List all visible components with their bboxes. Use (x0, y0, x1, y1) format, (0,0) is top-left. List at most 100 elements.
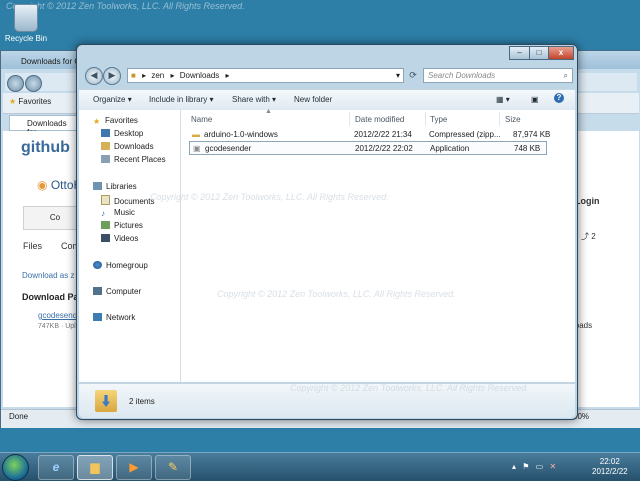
maximize-button[interactable]: □ (529, 46, 549, 60)
nav-desktop[interactable]: Desktop (101, 129, 143, 138)
nav-downloads[interactable]: Downloads (101, 142, 154, 151)
explorer-window[interactable]: – □ x ◀ ▶ ■ ▸ zen ▸ Downloads ▸ ▾ ⟳ Sear… (76, 44, 578, 420)
include-label: Include in library (149, 95, 208, 104)
explorer-taskbar-icon[interactable]: ▆ (77, 455, 113, 480)
nav-recent-places[interactable]: Recent Places (101, 155, 166, 164)
pictures-icon (101, 221, 110, 229)
paint-taskbar-icon[interactable]: ✎ (155, 455, 191, 480)
column-separator[interactable] (499, 112, 500, 126)
login-link[interactable]: Login (575, 196, 600, 206)
share-with-button[interactable]: Share with ▾ (232, 95, 276, 104)
volume-muted-icon[interactable]: ✕ (549, 462, 556, 471)
file-row[interactable]: ▬ arduino-1.0-windows 2012/2/22 21:34 Co… (189, 128, 550, 141)
ie-tab[interactable]: Downloads for (9, 115, 79, 137)
homegroup-icon (93, 261, 102, 269)
nav-documents[interactable]: Documents (101, 195, 154, 206)
recycle-bin-desktop-icon[interactable]: Recycle Bin (2, 2, 50, 43)
ie-favorites-button[interactable]: ★ Favorites (9, 97, 51, 106)
watermark-bottom: Copyright © 2012 Zen Toolworks, LLC. All… (290, 383, 529, 393)
tray-arrow-icon[interactable]: ▴ (512, 462, 516, 471)
column-separator[interactable] (349, 112, 350, 126)
forward-arrow-icon[interactable]: ▶ (103, 67, 121, 85)
navigation-pane: ★ Favorites Desktop Downloads Recent Plac… (79, 110, 181, 382)
nav-network[interactable]: Network (93, 313, 135, 322)
download-as-link[interactable]: Download as z (22, 271, 74, 280)
dropdown-arrow-icon[interactable]: ▾ (396, 69, 400, 82)
search-icon[interactable]: ⌕ (564, 69, 568, 82)
column-header-date[interactable]: Date modified (355, 115, 404, 124)
include-in-library-button[interactable]: Include in library ▾ (149, 95, 214, 104)
explorer-titlebar[interactable] (77, 45, 577, 65)
command-bar: Organize ▾ Include in library ▾ Share wi… (79, 89, 575, 111)
organize-button[interactable]: Organize ▾ (93, 95, 132, 104)
file-row-selected[interactable]: ▣ gcodesender 2012/2/22 22:02 Applicatio… (189, 141, 547, 155)
libraries-icon (93, 182, 102, 190)
system-tray[interactable]: ▴ ⚑ ▭ ✕ (512, 462, 556, 471)
clock-date: 2012/2/22 (592, 467, 628, 476)
start-button[interactable] (2, 454, 29, 481)
file-type: Compressed (zipp... (429, 130, 501, 139)
recent-places-icon (101, 155, 110, 163)
ie-taskbar-icon[interactable]: e (38, 455, 74, 480)
nav-downloads-label: Downloads (114, 142, 154, 151)
gcodesender-download-link[interactable]: gcodesend (38, 311, 77, 320)
clock[interactable]: 22:02 2012/2/22 (592, 457, 628, 477)
videos-icon (101, 234, 110, 242)
sort-indicator-icon: ▲ (265, 108, 272, 115)
ie-back-button[interactable] (7, 75, 24, 92)
preview-pane-icon[interactable]: ▣ (531, 95, 539, 104)
column-header-size[interactable]: Size (505, 115, 521, 124)
search-placeholder: Search Downloads (428, 71, 496, 80)
chevron-down-icon: ▾ (127, 95, 132, 104)
breadcrumb[interactable]: ■ ▸ zen ▸ Downloads ▸ ▾ (127, 68, 404, 83)
documents-icon (101, 195, 110, 205)
file-date: 2012/2/22 22:02 (355, 144, 413, 153)
ie-title: Downloads for O (21, 57, 81, 66)
breadcrumb-downloads[interactable]: Downloads (180, 69, 220, 82)
nav-computer-label: Computer (106, 287, 142, 296)
watermark-lower: Copyright © 2012 Zen Toolworks, LLC. All… (217, 289, 456, 299)
new-folder-button[interactable]: New folder (294, 95, 332, 104)
application-icon: ▣ (193, 144, 201, 153)
nav-favorites[interactable]: ★ Favorites (93, 116, 138, 126)
chevron-down-icon: ▾ (209, 95, 214, 104)
refresh-icon[interactable]: ⟳ (406, 68, 420, 83)
downloads-heading: Download Pa (22, 292, 79, 302)
breadcrumb-zen[interactable]: zen (151, 69, 164, 82)
column-header-name[interactable]: Name (191, 115, 212, 124)
media-player-taskbar-icon[interactable]: ▶ (116, 455, 152, 480)
network-tray-icon[interactable]: ▭ (536, 462, 544, 471)
nav-network-label: Network (106, 313, 136, 322)
nav-homegroup-label: Homegroup (106, 261, 148, 270)
download-arrow-icon (102, 395, 110, 407)
close-button[interactable]: x (548, 46, 574, 60)
github-logo[interactable]: github (21, 139, 70, 157)
file-name: gcodesender (205, 144, 252, 153)
minimize-button[interactable]: – (509, 46, 530, 60)
view-options-icon[interactable]: ▦ ▾ (496, 95, 510, 104)
files-tab[interactable]: Files (23, 241, 42, 251)
file-type: Application (430, 144, 470, 153)
flag-icon[interactable]: ⚑ (522, 462, 529, 471)
file-name: arduino-1.0-windows (204, 130, 278, 139)
nav-libraries[interactable]: Libraries (93, 182, 137, 191)
nav-libraries-label: Libraries (106, 182, 137, 191)
nav-computer[interactable]: Computer (93, 287, 141, 296)
nav-music-label: Music (114, 208, 135, 217)
column-separator[interactable] (425, 112, 426, 126)
nav-videos[interactable]: Videos (101, 234, 138, 243)
back-arrow-icon[interactable]: ◀ (85, 67, 103, 85)
nav-music[interactable]: ♪ Music (101, 208, 135, 218)
breadcrumb-separator-icon: ▸ (142, 71, 147, 80)
help-icon[interactable]: ? (554, 93, 564, 103)
file-list: ▲ Name Date modified Type Size ▬ arduino… (181, 108, 575, 382)
column-header-type[interactable]: Type (430, 115, 447, 124)
nav-homegroup[interactable]: Homegroup (93, 261, 148, 270)
downloads-folder-icon (95, 390, 117, 412)
file-size: 748 KB (514, 144, 541, 153)
explorer-address-row: ◀ ▶ ■ ▸ zen ▸ Downloads ▸ ▾ ⟳ Search Dow… (81, 67, 573, 85)
search-input[interactable]: Search Downloads ⌕ (423, 68, 573, 83)
zip-folder-icon: ▬ (192, 130, 200, 139)
ie-forward-button[interactable] (25, 75, 42, 92)
nav-pictures[interactable]: Pictures (101, 221, 143, 230)
